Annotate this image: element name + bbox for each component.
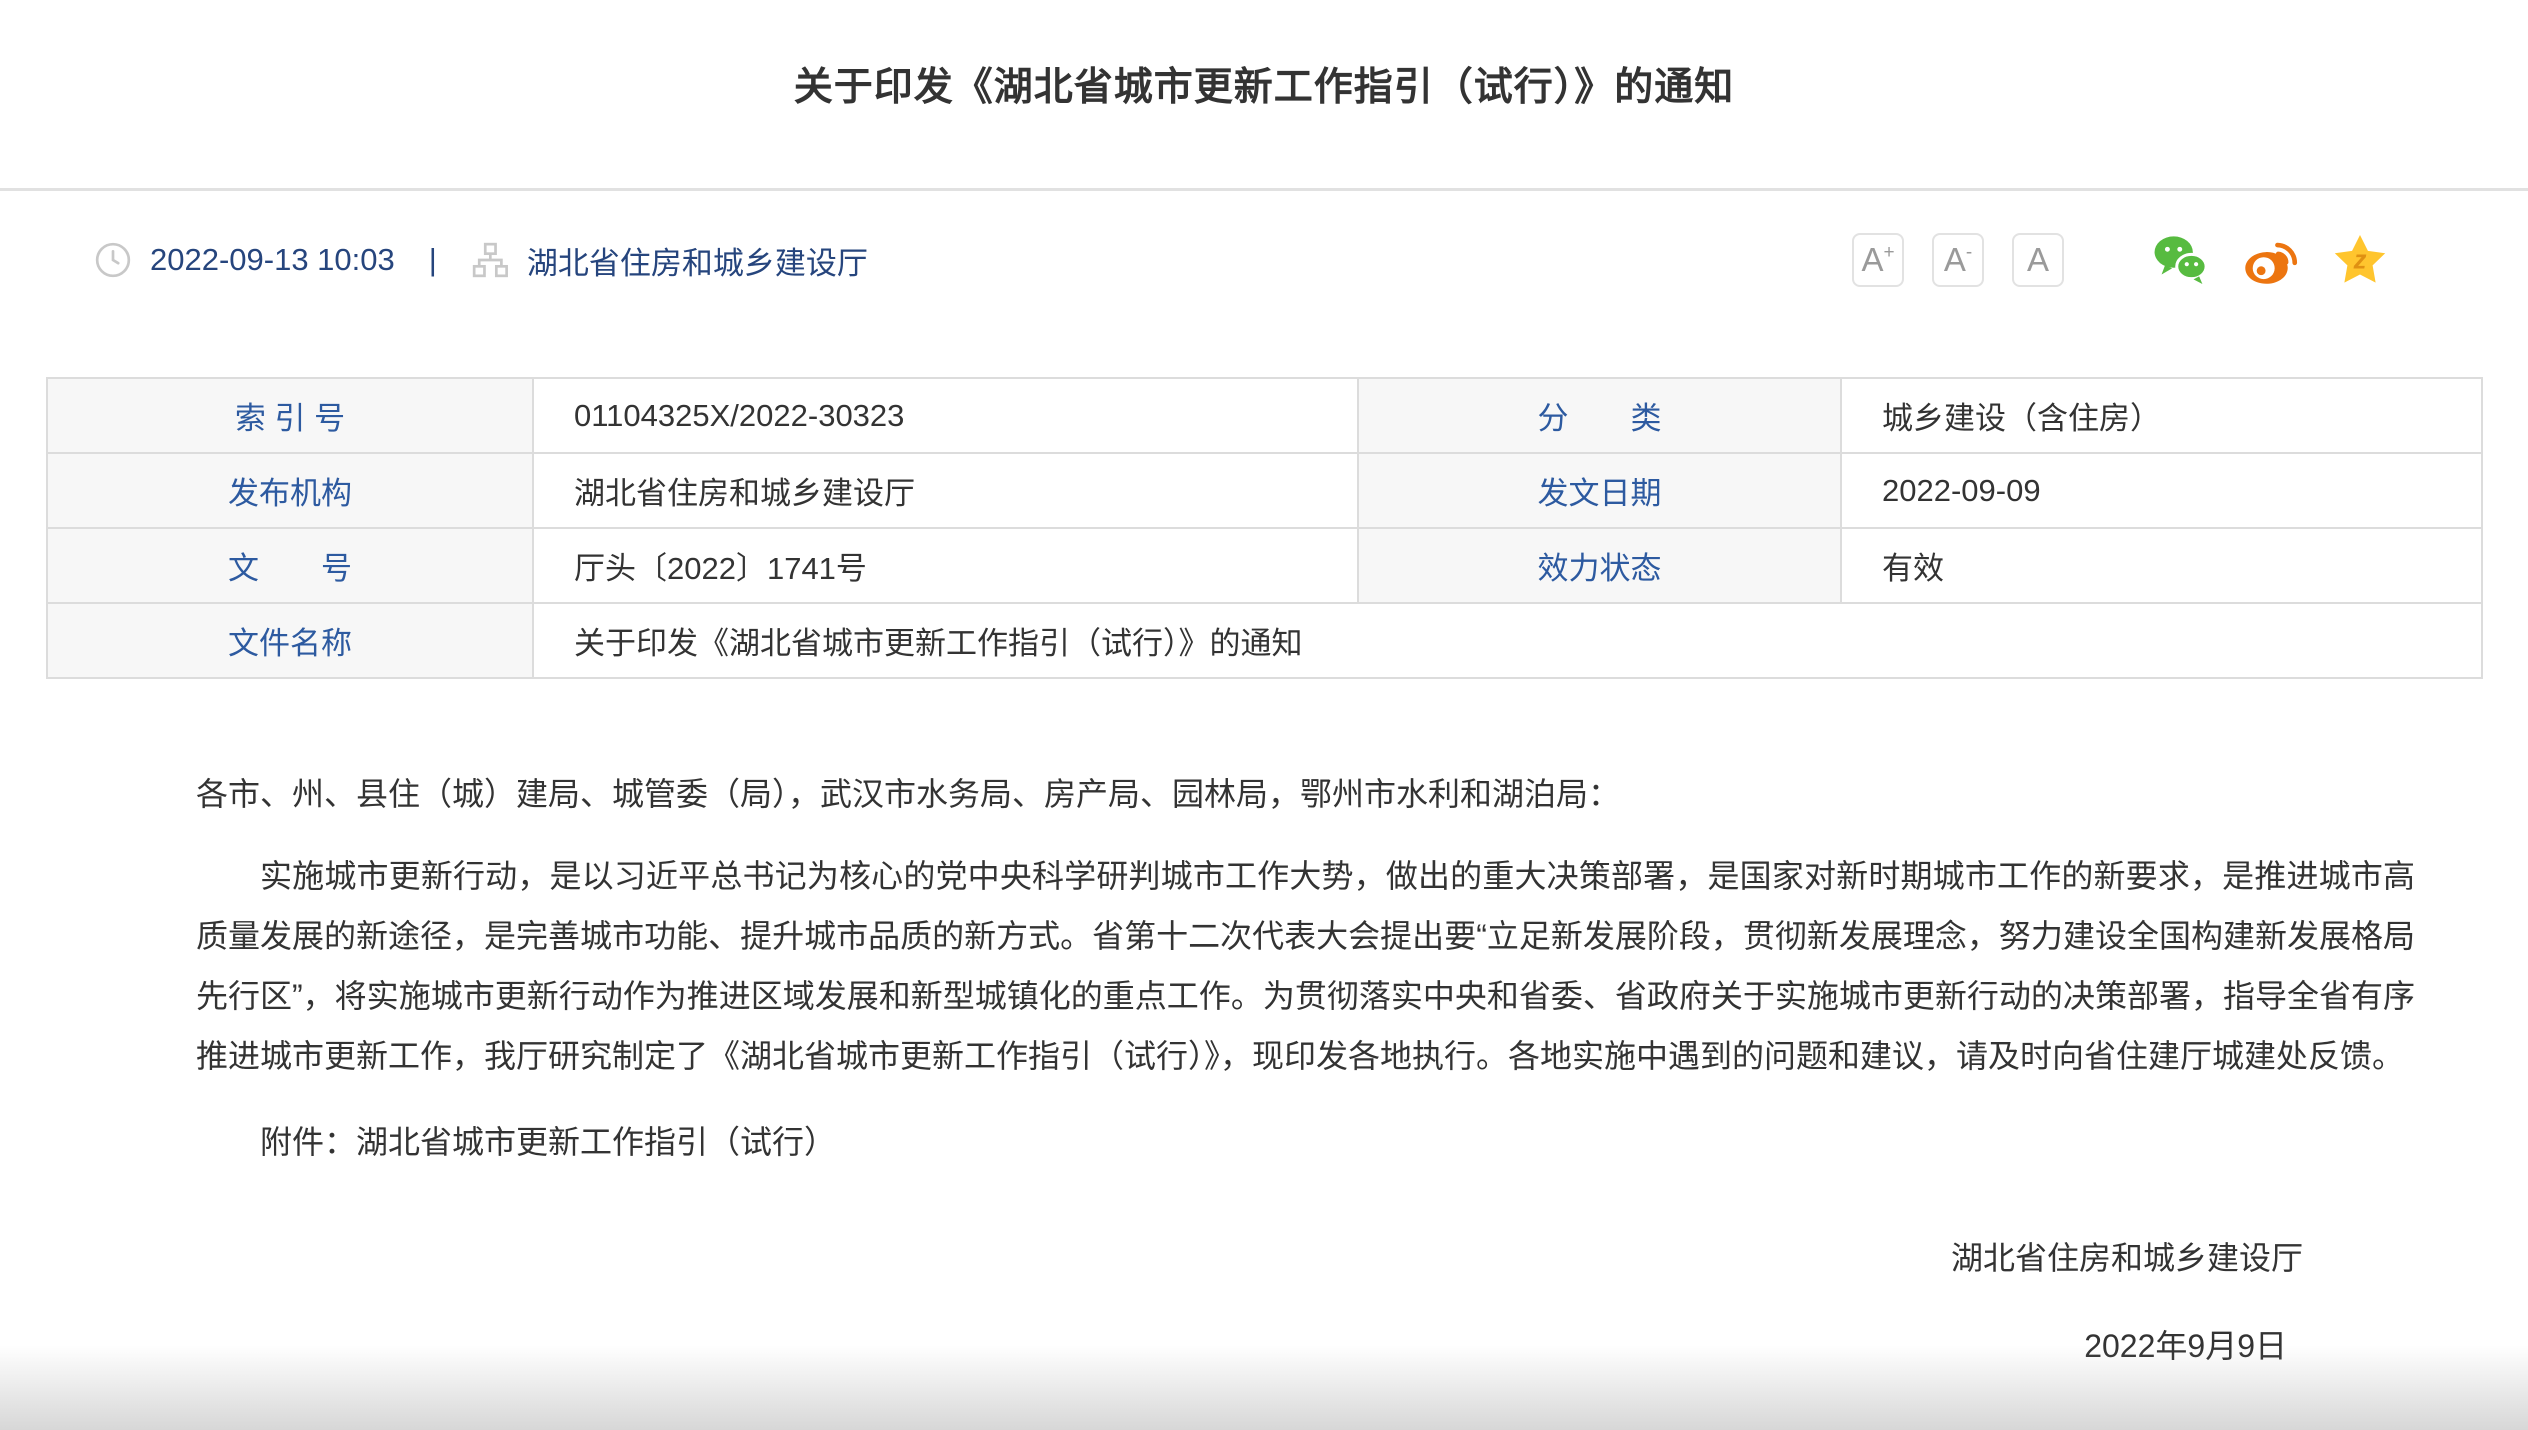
info-value-issue-date: 2022-09-09 <box>1841 453 2482 528</box>
info-value-doc-title: 关于印发《湖北省城市更新工作指引（试行）》的通知 <box>533 603 2482 678</box>
meta-info: 2022-09-13 10:03 | 湖北省住房和城乡建设厅 <box>94 238 868 283</box>
source-organization-icon <box>471 241 509 279</box>
publish-time: 2022-09-13 10:03 <box>150 242 395 278</box>
info-label-issuing-agency: 发布机构 <box>47 453 533 528</box>
article-body: 各市、州、县住（城）建局、城管委（局），武汉市水务局、房产局、园林局，鄂州市水利… <box>196 772 2415 1368</box>
title-divider <box>0 188 2528 191</box>
svg-text:z: z <box>2353 246 2367 274</box>
clock-icon <box>94 241 132 279</box>
salutation: 各市、州、县住（城）建局、城管委（局），武汉市水务局、房产局、园林局，鄂州市水利… <box>196 772 2415 816</box>
table-row: 发布机构 湖北省住房和城乡建设厅 发文日期 2022-09-09 <box>47 453 2482 528</box>
info-value-doc-number: 厅头〔2022〕1741号 <box>533 528 1358 603</box>
table-row: 文 号 厅头〔2022〕1741号 效力状态 有效 <box>47 528 2482 603</box>
font-increase-button[interactable]: A+ <box>1852 233 1904 287</box>
info-label-doc-title: 文件名称 <box>47 603 533 678</box>
weibo-share-icon[interactable] <box>2242 232 2298 288</box>
info-value-issuing-agency: 湖北省住房和城乡建设厅 <box>533 453 1358 528</box>
document-page: 关于印发《湖北省城市更新工作指引（试行）》的通知 2022-09-13 10:0… <box>0 0 2528 1430</box>
meta-bar: 2022-09-13 10:03 | 湖北省住房和城乡建设厅 A+ A- A <box>94 230 2388 290</box>
info-label-index-number: 索 引 号 <box>47 378 533 453</box>
info-label-validity-status: 效力状态 <box>1358 528 1841 603</box>
toolbar: A+ A- A <box>1852 232 2388 288</box>
table-row: 文件名称 关于印发《湖北省城市更新工作指引（试行）》的通知 <box>47 603 2482 678</box>
info-label-doc-number: 文 号 <box>47 528 533 603</box>
wechat-share-icon[interactable] <box>2152 232 2208 288</box>
meta-separator: | <box>429 242 437 278</box>
document-info-table: 索 引 号 01104325X/2022-30323 分 类 城乡建设（含住房）… <box>46 377 2483 679</box>
source-name: 湖北省住房和城乡建设厅 <box>527 238 868 283</box>
info-label-issue-date: 发文日期 <box>1358 453 1841 528</box>
info-value-validity-status: 有效 <box>1841 528 2482 603</box>
info-value-index-number: 01104325X/2022-30323 <box>533 378 1358 453</box>
attachment-line: 附件：湖北省城市更新工作指引（试行） <box>196 1120 2415 1164</box>
info-label-category: 分 类 <box>1358 378 1841 453</box>
page-title: 关于印发《湖北省城市更新工作指引（试行）》的通知 <box>0 56 2528 112</box>
signature-date: 2022年9月9日 <box>196 1324 2415 1368</box>
font-reset-button[interactable]: A <box>2012 233 2064 287</box>
info-value-category: 城乡建设（含住房） <box>1841 378 2482 453</box>
qzone-share-icon[interactable]: z <box>2332 232 2388 288</box>
font-decrease-button[interactable]: A- <box>1932 233 1984 287</box>
signature: 湖北省住房和城乡建设厅 <box>196 1236 2415 1280</box>
main-paragraph: 实施城市更新行动，是以习近平总书记为核心的党中央科学研判城市工作大势，做出的重大… <box>196 846 2415 1086</box>
table-row: 索 引 号 01104325X/2022-30323 分 类 城乡建设（含住房） <box>47 378 2482 453</box>
